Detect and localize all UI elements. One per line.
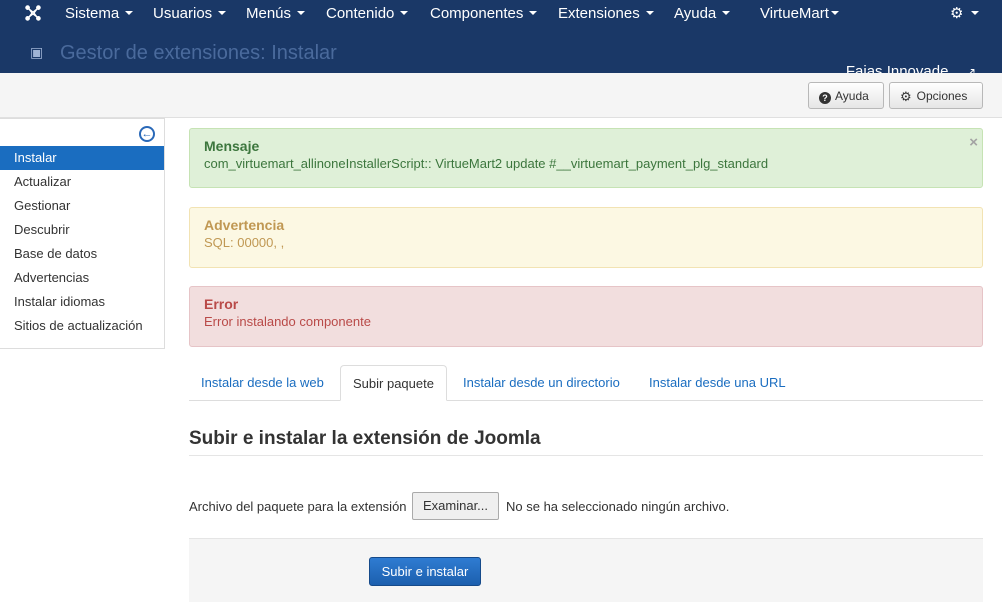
sidebar-menu: Instalar Actualizar Gestionar Descubrir … [0,146,164,338]
menu-label: Menús [246,5,292,22]
upload-install-button[interactable]: Subir e instalar [369,557,481,586]
options-label: Opciones [916,89,968,103]
menu-sistema[interactable]: Sistema [65,5,134,22]
menu-label: Contenido [326,5,395,22]
page-title: Gestor de extensiones: Instalar [60,42,337,64]
menu-label: Extensiones [558,5,640,22]
caret-down-icon [125,11,134,16]
menu-label: Componentes [430,5,524,22]
tab-install-from-directory[interactable]: Instalar desde un directorio [451,365,632,401]
menu-usuarios[interactable]: Usuarios [153,5,227,22]
menu-virtuemart[interactable]: VirtueMart [760,5,839,22]
menu-ayuda[interactable]: Ayuda [674,5,731,22]
caret-down-icon [645,11,654,16]
menu-extensiones[interactable]: Extensiones [558,5,654,22]
file-label: Archivo del paquete para la extensión [189,499,407,514]
upload-section-title: Subir e instalar la extensión de Joomla [189,428,541,449]
close-icon[interactable]: × [969,134,978,151]
tab-upload-package[interactable]: Subir paquete [340,365,447,401]
install-tabs: Instalar desde la web Subir paquete Inst… [189,365,983,401]
caret-down-icon [218,11,227,16]
caret-down-icon [529,11,538,16]
no-file-text: No se ha seleccionado ningún archivo. [506,499,730,514]
caret-down-icon [297,11,306,16]
sidebar-item-base-de-datos[interactable]: Base de datos [0,242,164,266]
sidebar-item-actualizar[interactable]: Actualizar [0,170,164,194]
alert-heading: Error [204,296,239,312]
toolbar: ? Ayuda ⚙ Opciones [0,73,1002,118]
menu-contenido[interactable]: Contenido [326,5,409,22]
menu-componentes[interactable]: Componentes [430,5,538,22]
form-actions: Subir e instalar [189,538,983,602]
sidebar-item-gestionar[interactable]: Gestionar [0,194,164,218]
menu-label: Sistema [65,5,120,22]
browse-button[interactable]: Examinar... [412,492,499,520]
menu-label: VirtueMart [760,5,829,22]
menu-menus[interactable]: Menús [246,5,306,22]
error-alert: Error Error instalando componente [189,286,983,347]
menu-label: Usuarios [153,5,213,22]
options-button[interactable]: ⚙ Opciones [889,82,983,109]
tab-install-from-url[interactable]: Instalar desde una URL [637,365,798,401]
page-header: ▣ Gestor de extensiones: Instalar Fajas … [0,28,1002,73]
gear-icon: ⚙ [900,89,912,104]
sidebar-item-sitios-actualizacion[interactable]: Sitios de actualización [0,314,164,338]
caret-down-icon [400,11,409,16]
alert-text: com_virtuemart_allinoneInstallerScript::… [204,156,769,171]
gear-icon: ⚙ [950,5,964,22]
alert-text: Error instalando componente [204,314,371,329]
alert-heading: Mensaje [204,138,260,154]
alert-text: SQL: 00000, , [204,235,285,250]
sidebar-item-instalar[interactable]: Instalar [0,146,164,170]
joomla-logo-icon[interactable] [24,4,42,22]
sidebar-item-advertencias[interactable]: Advertencias [0,266,164,290]
site-link[interactable]: Fajas Innovade... ↗ [846,63,976,73]
site-name: Fajas Innovade... [845,63,961,73]
message-alert: × Mensaje com_virtuemart_allinoneInstall… [189,128,983,188]
collapse-sidebar-icon[interactable]: ← [139,126,155,142]
caret-down-icon [971,11,980,16]
tab-install-from-web[interactable]: Instalar desde la web [189,365,336,401]
warning-alert: Advertencia SQL: 00000, , [189,207,983,268]
help-label: Ayuda [835,89,869,103]
caret-down-icon [830,11,839,16]
help-button[interactable]: ? Ayuda [808,82,884,109]
settings-menu[interactable]: ⚙ [950,4,980,22]
menu-label: Ayuda [674,5,717,22]
divider [189,455,983,456]
question-icon: ? [819,92,831,104]
sidebar-item-instalar-idiomas[interactable]: Instalar idiomas [0,290,164,314]
top-navbar: Sistema Usuarios Menús Contenido Compone… [0,0,1002,28]
puzzle-icon: ▣ [30,44,44,60]
caret-down-icon [722,11,731,16]
external-link-icon: ↗ [965,65,976,73]
sidebar-item-descubrir[interactable]: Descubrir [0,218,164,242]
alert-heading: Advertencia [204,217,285,233]
sidebar: ← Instalar Actualizar Gestionar Descubri… [0,118,165,349]
